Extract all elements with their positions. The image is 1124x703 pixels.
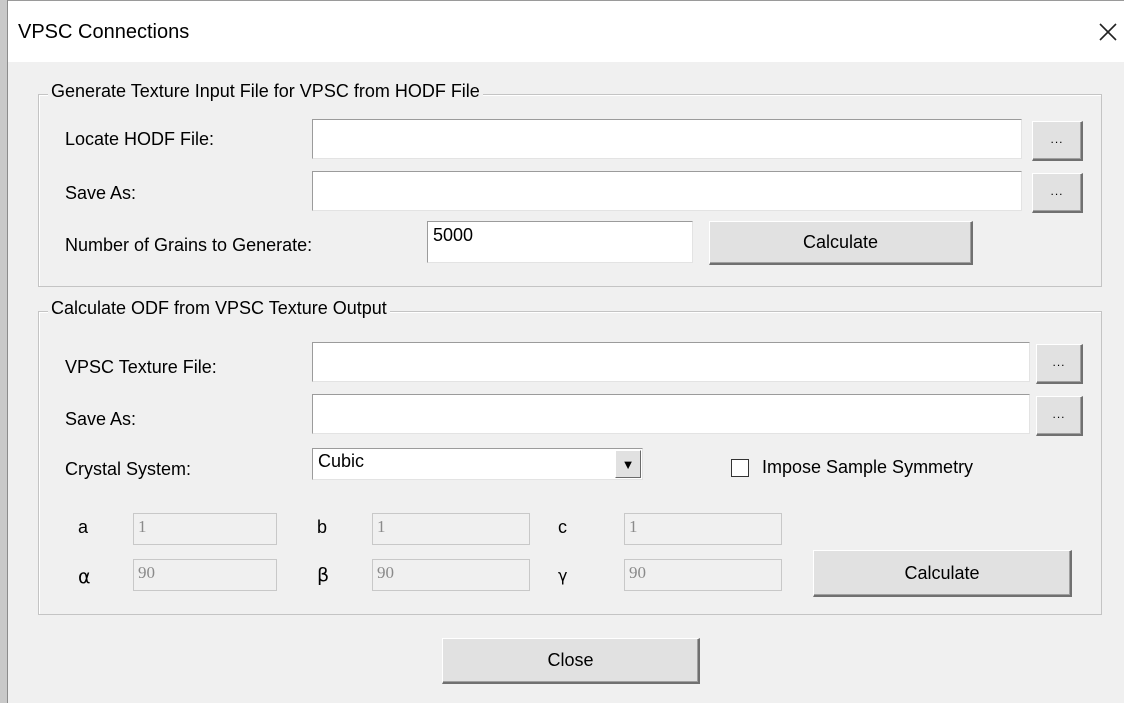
hodf-browse-button[interactable]: ... bbox=[1032, 121, 1083, 161]
generate-calculate-button[interactable]: Calculate bbox=[709, 221, 973, 265]
window-title: VPSC Connections bbox=[18, 21, 190, 43]
impose-symmetry-checkbox[interactable] bbox=[731, 459, 749, 477]
background-window-edge bbox=[0, 0, 8, 703]
generate-texture-group-legend: Generate Texture Input File for VPSC fro… bbox=[48, 81, 483, 102]
generate-save-as-label: Save As: bbox=[65, 183, 137, 203]
lattice-gamma-input: 90 bbox=[624, 559, 782, 591]
lattice-alpha-input: 90 bbox=[133, 559, 277, 591]
crystal-system-select[interactable]: Cubic ▼ bbox=[312, 448, 643, 480]
calculate-odf-group-legend: Calculate ODF from VPSC Texture Output bbox=[48, 298, 390, 319]
odf-save-as-browse-button[interactable]: ... bbox=[1036, 396, 1083, 436]
impose-symmetry-label: Impose Sample Symmetry bbox=[762, 457, 974, 477]
grains-label: Number of Grains to Generate: bbox=[65, 235, 313, 255]
grains-input[interactable]: 5000 bbox=[427, 221, 693, 263]
lattice-a-input: 1 bbox=[133, 513, 277, 545]
texture-file-browse-button[interactable]: ... bbox=[1036, 344, 1083, 384]
locate-hodf-label: Locate HODF File: bbox=[65, 129, 215, 149]
close-window-button[interactable] bbox=[1088, 12, 1124, 52]
lattice-c-input: 1 bbox=[624, 513, 782, 545]
generate-save-as-browse-button[interactable]: ... bbox=[1032, 173, 1083, 213]
dropdown-arrow-glyph: ▼ bbox=[621, 456, 635, 472]
generate-save-as-input[interactable] bbox=[312, 171, 1022, 211]
close-icon bbox=[1099, 23, 1117, 41]
lattice-c-label: c bbox=[558, 517, 567, 537]
title-bar: VPSC Connections bbox=[8, 0, 1124, 62]
lattice-b-input: 1 bbox=[372, 513, 530, 545]
odf-calculate-button[interactable]: Calculate bbox=[813, 550, 1072, 597]
odf-save-as-input[interactable] bbox=[312, 394, 1030, 434]
close-button[interactable]: Close bbox=[442, 638, 700, 684]
texture-file-label: VPSC Texture File: bbox=[65, 357, 217, 377]
odf-save-as-label: Save As: bbox=[65, 409, 137, 429]
hodf-file-input[interactable] bbox=[312, 119, 1022, 159]
chevron-down-icon[interactable]: ▼ bbox=[615, 450, 641, 478]
lattice-alpha-label: α bbox=[78, 566, 91, 588]
lattice-beta-input: 90 bbox=[372, 559, 530, 591]
texture-file-input[interactable] bbox=[312, 342, 1030, 382]
lattice-a-label: a bbox=[78, 517, 89, 537]
crystal-system-label: Crystal System: bbox=[65, 459, 192, 479]
lattice-b-label: b bbox=[317, 517, 328, 537]
lattice-gamma-label: γ bbox=[558, 566, 568, 585]
lattice-beta-label: β bbox=[317, 564, 330, 586]
